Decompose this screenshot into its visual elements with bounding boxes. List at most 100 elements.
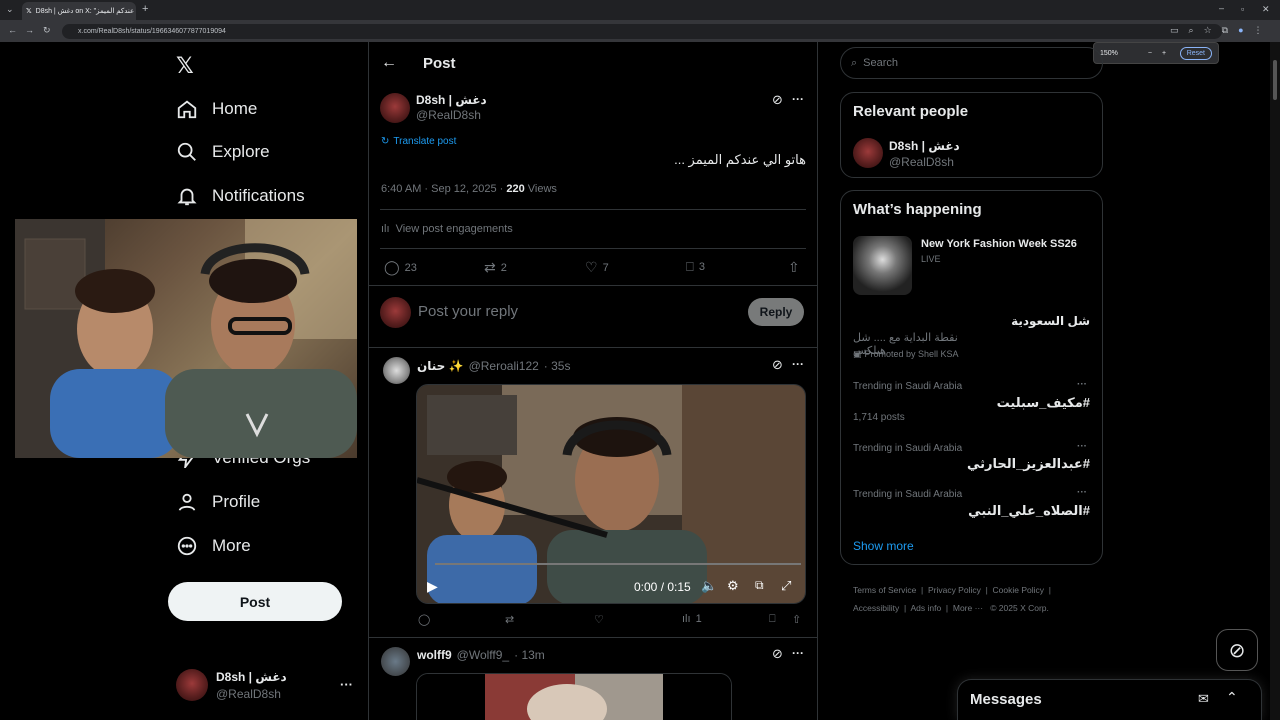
author-name[interactable]: D8sh | دغش — [416, 93, 487, 107]
nav-item-explore[interactable]: Explore — [176, 141, 270, 163]
footer-link-privacy[interactable]: Privacy Policy — [928, 585, 981, 595]
forward-icon[interactable]: → — [25, 25, 34, 35]
reply-more-icon[interactable]: ··· — [792, 357, 804, 371]
grok-icon[interactable]: ⊘ — [772, 357, 783, 373]
reply-author-handle[interactable]: @Reroali122 — [469, 359, 539, 373]
extensions-icon[interactable]: ⧉ — [1222, 25, 1228, 36]
fullscreen-icon[interactable]: ⤢ — [781, 578, 791, 594]
trend-title[interactable]: #مكيف_سبليت — [853, 395, 1090, 411]
trend-title[interactable]: #عبدالعزيز_الحارثي — [853, 456, 1090, 472]
author-handle[interactable]: @RealD8sh — [416, 108, 481, 122]
zoom-out-button[interactable]: − — [1148, 50, 1152, 57]
nav-item-profile[interactable]: Profile — [176, 491, 260, 513]
event-image[interactable] — [853, 236, 912, 295]
scrollbar-thumb[interactable] — [1273, 60, 1277, 100]
play-icon[interactable]: ▶ — [427, 578, 438, 595]
relevant-avatar[interactable] — [853, 138, 883, 168]
post-button[interactable]: Post — [168, 582, 342, 621]
nav-item-label: Notifications — [212, 186, 305, 205]
settings-icon[interactable]: ⚙ — [727, 578, 739, 594]
reply-video[interactable]: ▶ 0:00 / 0:15 🔈 ⚙ ⧉ ⤢ — [416, 384, 806, 604]
trend-title[interactable]: #الصلاه_علي_النبي — [853, 503, 1090, 519]
repost-action[interactable]: ⇄ — [505, 613, 514, 626]
relevant-name[interactable]: D8sh | دغش — [889, 139, 960, 153]
show-more-link[interactable]: Show more — [853, 539, 914, 553]
tweet-time[interactable]: 6:40 AM · Sep 12, 2025 · — [381, 183, 506, 195]
reply-author-avatar[interactable] — [383, 357, 410, 384]
footer-link-ads[interactable]: Ads info — [910, 603, 941, 613]
pip-icon[interactable]: ⧉ — [755, 578, 764, 593]
back-icon[interactable]: ← — [8, 25, 17, 35]
zoom-in-button[interactable]: + — [1162, 50, 1166, 57]
page-scrollbar[interactable] — [1270, 42, 1280, 720]
search-placeholder: Search — [863, 57, 899, 69]
like-action[interactable]: ♡ 7 — [585, 259, 609, 276]
expand-icon[interactable]: ⌃ — [1226, 689, 1238, 706]
promo-title[interactable]: شل السعودية — [853, 314, 1090, 328]
back-arrow-icon[interactable]: ← — [381, 54, 397, 72]
reply-action[interactable]: ◯ 23 — [384, 259, 417, 276]
relevant-handle[interactable]: @RealD8sh — [889, 155, 954, 169]
trend-more-icon[interactable]: ··· — [1077, 441, 1087, 452]
reply-button[interactable]: Reply — [748, 298, 804, 326]
repost-action[interactable]: ⇄ 2 — [484, 259, 507, 276]
search-input[interactable]: ⌕ Search — [840, 47, 1103, 79]
tweet-more-icon[interactable]: ··· — [792, 92, 804, 106]
bookmark-star-icon[interactable]: ☆ — [1204, 25, 1212, 36]
grok-floating-button[interactable]: ⊘ — [1216, 629, 1258, 671]
address-bar[interactable]: x.com/RealD8sh/status/196634607787701909… — [62, 24, 1222, 39]
bookmark-icon[interactable]: ⎕ — [769, 613, 776, 626]
footer-link-accessibility[interactable]: Accessibility — [853, 603, 899, 613]
chrome-menu-icon[interactable]: ⋮ — [1254, 25, 1263, 36]
like-action[interactable]: ♡ — [594, 613, 604, 626]
reply-count: 23 — [404, 261, 417, 274]
reply-author-avatar[interactable] — [381, 647, 410, 676]
grok-icon[interactable]: ⊘ — [772, 92, 783, 108]
reply-more-icon[interactable]: ··· — [792, 646, 804, 660]
tab-list-icon[interactable]: ⌄ — [6, 4, 14, 15]
browser-tab[interactable]: 𝕏 D8sh | دغش on X: "هاتو الي عندكم الميم… — [22, 2, 136, 20]
reply-media[interactable] — [416, 673, 732, 720]
reply-time[interactable]: · 35s — [544, 359, 571, 373]
minimize-icon[interactable]: – — [1219, 3, 1224, 13]
footer-link-cookie[interactable]: Cookie Policy — [993, 585, 1045, 595]
reply-action[interactable]: ◯ — [418, 613, 430, 626]
trend-more-icon[interactable]: ··· — [1077, 379, 1087, 390]
window-close-icon[interactable]: ✕ — [1262, 4, 1270, 15]
grok-icon[interactable]: ⊘ — [772, 646, 783, 662]
reply-avatar — [380, 297, 411, 328]
reload-icon[interactable]: ↻ — [43, 25, 51, 36]
nav-item-notifications[interactable]: Notifications — [176, 185, 305, 207]
author-avatar[interactable] — [380, 93, 410, 123]
share-icon[interactable]: ⇧ — [788, 259, 800, 276]
account-avatar[interactable] — [176, 669, 208, 701]
x-logo-icon[interactable]: 𝕏 — [176, 53, 194, 79]
event-title[interactable]: New York Fashion Week SS26 — [921, 238, 1077, 250]
cast-icon[interactable]: ▭ — [1170, 25, 1179, 36]
zoom-icon[interactable]: ⌕ — [1189, 25, 1194, 36]
footer-link-terms[interactable]: Terms of Service — [853, 585, 916, 595]
translate-post-link[interactable]: ↻ Translate post — [381, 136, 456, 147]
volume-icon[interactable]: 🔈 — [701, 578, 717, 594]
reply-time[interactable]: · 13m — [514, 648, 545, 662]
nav-item-more[interactable]: More — [176, 535, 251, 557]
share-icon[interactable]: ⇧ — [792, 613, 801, 626]
profile-icon[interactable]: ● — [1238, 25, 1243, 36]
zoom-reset-button[interactable]: Reset — [1179, 46, 1212, 60]
views-action[interactable]: ılı 1 — [682, 613, 702, 625]
view-engagements-link[interactable]: ılı View post engagements — [381, 223, 513, 235]
footer-link-more[interactable]: More ··· — [953, 603, 983, 613]
reply-author-name[interactable]: حنان ✨ — [417, 359, 464, 373]
restore-icon[interactable]: ▫ — [1241, 4, 1244, 14]
messages-drawer[interactable]: Messages ✉ ⌃ — [957, 679, 1262, 720]
nav-item-home[interactable]: Home — [176, 98, 257, 120]
reply-author-handle[interactable]: @Wolff9_ — [457, 648, 509, 662]
account-more-icon[interactable]: ··· — [340, 677, 353, 692]
new-message-icon[interactable]: ✉ — [1198, 691, 1209, 707]
reply-input[interactable]: Post your reply — [418, 303, 518, 320]
reply-author-name[interactable]: wolff9 — [417, 648, 452, 662]
bookmark-action[interactable]: ⎕ 3 — [686, 259, 705, 275]
trend-more-icon[interactable]: ··· — [1077, 487, 1087, 498]
new-tab-icon[interactable]: + — [142, 3, 148, 15]
tweet-text: هاتو الي عندكم الميمز ... — [674, 152, 806, 167]
